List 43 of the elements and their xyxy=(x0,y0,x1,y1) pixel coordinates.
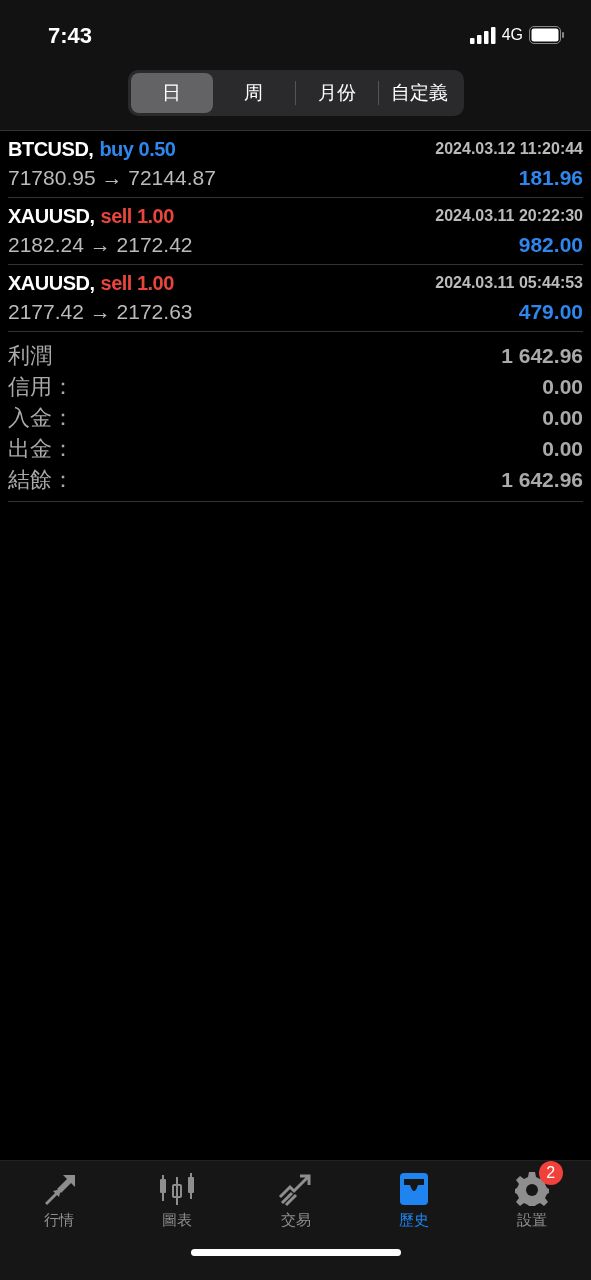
segment-tab[interactable]: 日 xyxy=(130,73,213,113)
summary-value: 1 642.96 xyxy=(501,342,583,369)
order-label: buy 0.50 xyxy=(99,137,176,162)
order-label: sell 1.00 xyxy=(100,204,174,229)
notification-badge: 2 xyxy=(538,1161,563,1185)
profit-value: 479.00 xyxy=(518,299,583,326)
summary-value: 0.00 xyxy=(542,373,583,400)
tab-bar-item[interactable]: 歷史 xyxy=(354,1161,473,1232)
summary-label: 結餘： xyxy=(8,466,74,494)
deal-row[interactable]: XAUUSD, sell 1.00 2024.03.11 20:22:30 2182.24 → 2172.42 982.00 xyxy=(8,198,583,265)
symbol-label: XAUUSD, xyxy=(8,204,95,229)
deal-time: 2024.03.11 20:22:30 xyxy=(435,206,583,226)
deal-time: 2024.03.12 11:20:44 xyxy=(435,139,583,159)
deal-row[interactable]: BTCUSD, buy 0.50 2024.03.12 11:20:44 71780.95 → 72144.87 181.96 xyxy=(8,131,583,198)
summary-label: 入金： xyxy=(8,404,74,432)
tab-bar-item[interactable]: 行情 xyxy=(0,1161,119,1232)
deal-row[interactable]: XAUUSD, sell 1.00 2024.03.11 05:44:53 2177.42 → 2172.63 479.00 xyxy=(8,265,583,332)
summary-label: 信用： xyxy=(8,373,74,401)
segment-tab[interactable]: 自定義 xyxy=(378,73,461,113)
status-time: 7:43 xyxy=(48,21,93,50)
summary-label: 利潤 xyxy=(8,342,52,370)
segment-tab[interactable]: 月份 xyxy=(295,73,378,113)
candlestick-icon xyxy=(159,1171,196,1207)
tab-bar-item[interactable]: 圖表 xyxy=(118,1161,237,1232)
network-label: 4G xyxy=(501,25,523,45)
price-range: 71780.95 → 72144.87 xyxy=(8,165,216,192)
profit-value: 982.00 xyxy=(518,232,583,259)
price-range: 2182.24 → 2172.42 xyxy=(8,232,193,259)
summary-label: 出金： xyxy=(8,435,74,463)
profit-value: 181.96 xyxy=(518,165,583,192)
symbol-label: BTCUSD, xyxy=(8,137,94,162)
summary-value: 0.00 xyxy=(542,435,583,462)
summary-value: 1 642.96 xyxy=(501,466,583,493)
price-range: 2177.42 → 2172.63 xyxy=(8,299,193,326)
tab-bar-item[interactable]: 設置 2 xyxy=(472,1161,591,1232)
summary-value: 0.00 xyxy=(542,404,583,431)
symbol-label: XAUUSD, xyxy=(8,271,95,296)
segment-tab[interactable]: 周 xyxy=(212,73,295,113)
tab-bar-item[interactable]: 交易 xyxy=(236,1161,355,1232)
deal-time: 2024.03.11 05:44:53 xyxy=(435,273,583,293)
signal-icon xyxy=(469,26,496,44)
order-label: sell 1.00 xyxy=(100,271,174,296)
battery-icon xyxy=(529,26,565,44)
